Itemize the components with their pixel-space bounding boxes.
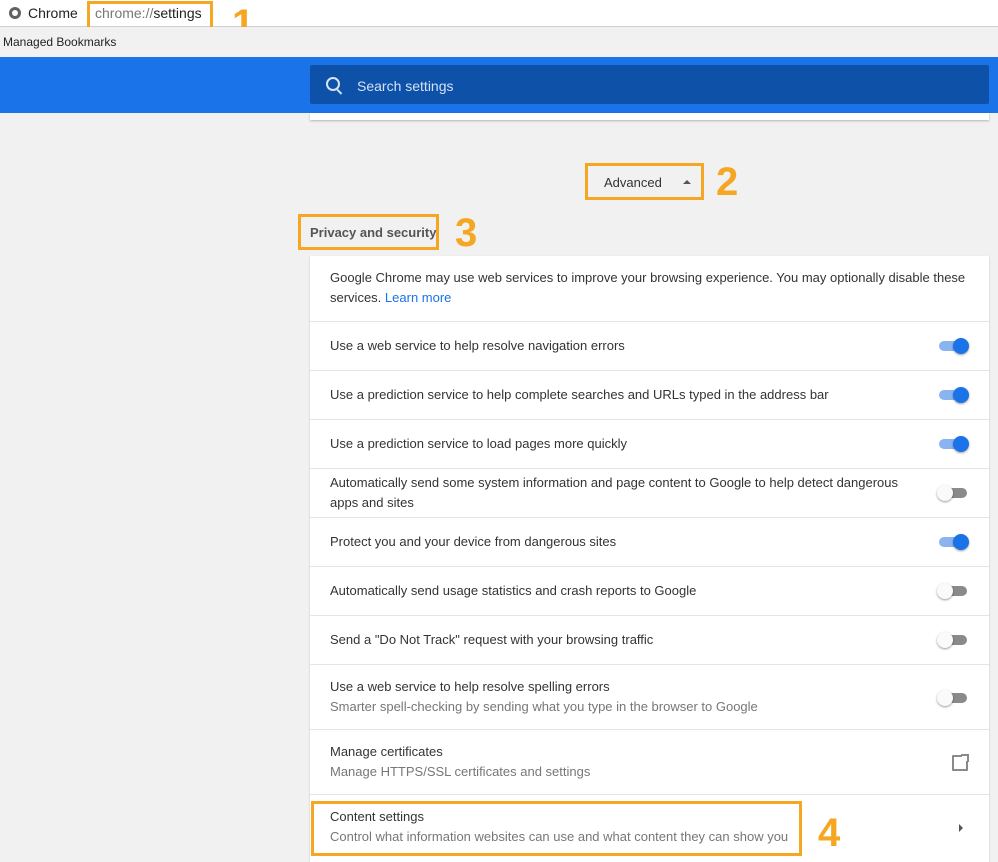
row-spelling-errors[interactable]: Use a web service to help resolve spelli… (310, 664, 989, 729)
row-label: Automatically send some system informati… (330, 475, 899, 510)
row-label: Use a web service to help resolve spelli… (330, 679, 610, 694)
callout-box-3 (298, 214, 439, 250)
row-label: Use a prediction service to help complet… (330, 387, 829, 402)
toggle-switch[interactable] (937, 534, 969, 550)
callout-box-4 (311, 801, 802, 856)
app-name: Chrome (28, 5, 78, 21)
callout-number-4: 4 (818, 811, 841, 855)
row-label: Send a "Do Not Track" request with your … (330, 632, 654, 647)
row-safe-browsing-reports[interactable]: Automatically send some system informati… (310, 468, 989, 517)
chrome-icon (9, 7, 21, 19)
toggle-switch[interactable] (937, 690, 969, 706)
toggle-switch[interactable] (937, 583, 969, 599)
row-manage-certificates[interactable]: Manage certificates Manage HTTPS/SSL cer… (310, 729, 989, 794)
toggle-switch[interactable] (937, 436, 969, 452)
intro-text: Google Chrome may use web services to im… (330, 268, 970, 308)
bookmark-managed[interactable]: Managed Bookmarks (3, 35, 116, 49)
row-label: Use a prediction service to load pages m… (330, 436, 627, 451)
row-label: Manage certificates (330, 744, 443, 759)
row-navigation-errors[interactable]: Use a web service to help resolve naviga… (310, 321, 989, 370)
row-usage-statistics[interactable]: Automatically send usage statistics and … (310, 566, 989, 615)
toggle-switch[interactable] (937, 387, 969, 403)
row-label: Automatically send usage statistics and … (330, 583, 697, 598)
toggle-switch[interactable] (937, 338, 969, 354)
row-label: Protect you and your device from dangero… (330, 534, 617, 549)
learn-more-link[interactable]: Learn more (385, 290, 451, 305)
callout-box-1 (87, 1, 213, 30)
row-do-not-track[interactable]: Send a "Do Not Track" request with your … (310, 615, 989, 664)
search-input[interactable] (355, 65, 959, 106)
row-dangerous-sites[interactable]: Protect you and your device from dangero… (310, 517, 989, 566)
callout-box-2 (585, 163, 704, 200)
privacy-card: Google Chrome may use web services to im… (310, 256, 989, 862)
row-label: Use a web service to help resolve naviga… (330, 338, 625, 353)
external-link-icon[interactable] (952, 753, 970, 771)
row-prediction-searches[interactable]: Use a prediction service to help complet… (310, 370, 989, 419)
chevron-right-icon[interactable] (959, 824, 963, 832)
row-prediction-pages[interactable]: Use a prediction service to load pages m… (310, 419, 989, 468)
callout-number-3: 3 (455, 211, 478, 255)
search-box[interactable] (310, 65, 989, 106)
bookmarks-bar: Managed Bookmarks (0, 27, 998, 56)
toggle-switch[interactable] (937, 632, 969, 648)
search-icon (326, 77, 340, 91)
collapsed-card (310, 113, 989, 120)
toggle-switch[interactable] (937, 485, 969, 501)
row-sublabel: Smarter spell-checking by sending what y… (330, 699, 758, 714)
callout-number-2: 2 (716, 160, 739, 204)
row-sublabel: Manage HTTPS/SSL certificates and settin… (330, 764, 591, 779)
